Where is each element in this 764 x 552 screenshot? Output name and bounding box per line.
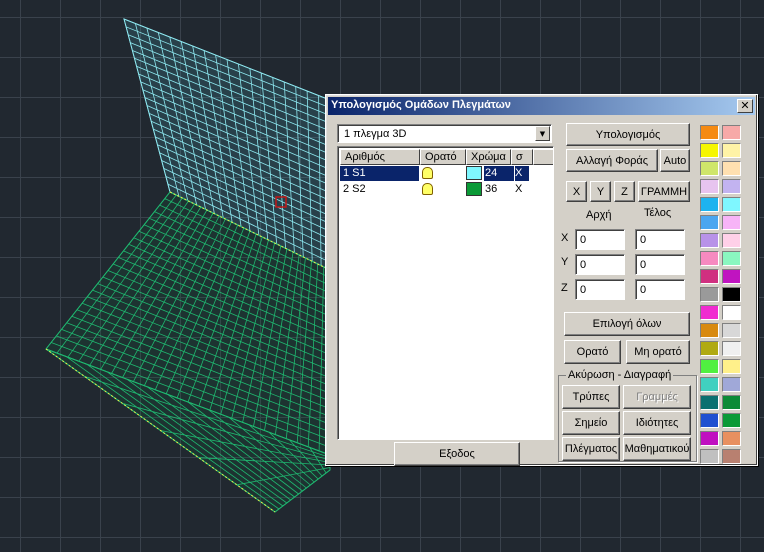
- mesh-select-value: 1 πλεγμα 3D: [344, 128, 407, 140]
- palette-color-swatch[interactable]: [700, 179, 719, 194]
- visibility-toggle[interactable]: [420, 166, 436, 181]
- palette-color-swatch[interactable]: [722, 323, 741, 338]
- palette-color-swatch[interactable]: [722, 359, 741, 374]
- groups-list-header: Αριθμός Ορατό Χρώμα σ: [340, 149, 553, 165]
- sigma-value: X: [515, 166, 529, 181]
- color-index: 24: [484, 166, 514, 181]
- palette-color-swatch[interactable]: [700, 287, 719, 302]
- color-swatch[interactable]: [466, 182, 482, 196]
- palette-color-swatch[interactable]: [722, 377, 741, 392]
- palette-color-swatch[interactable]: [722, 179, 741, 194]
- x-end-field[interactable]: 0: [635, 229, 685, 250]
- palette-color-swatch[interactable]: [722, 197, 741, 212]
- z-coord-label: Z: [561, 282, 568, 294]
- palette-color-swatch[interactable]: [722, 431, 741, 446]
- palette-color-swatch[interactable]: [700, 377, 719, 392]
- palette-color-swatch[interactable]: [722, 125, 741, 140]
- compute-button[interactable]: Υπολογισμός: [566, 123, 690, 146]
- palette-color-swatch[interactable]: [700, 161, 719, 176]
- group-label: Ακύρωση - Διαγραφή: [566, 369, 674, 381]
- x-coord-label: X: [561, 232, 569, 244]
- palette-color-swatch[interactable]: [722, 269, 741, 284]
- palette-color-swatch[interactable]: [700, 305, 719, 320]
- groups-list[interactable]: Αριθμός Ορατό Χρώμα σ 1 S1 24 X 2 S2 36 …: [337, 146, 554, 440]
- palette-color-swatch[interactable]: [722, 143, 741, 158]
- visible-button[interactable]: Ορατό: [564, 340, 621, 364]
- lightbulb-icon: [422, 183, 433, 195]
- not-visible-button[interactable]: Μη ορατό: [626, 340, 690, 364]
- palette-color-swatch[interactable]: [700, 197, 719, 212]
- column-color[interactable]: Χρώμα: [466, 149, 511, 165]
- color-swatch[interactable]: [466, 166, 482, 180]
- palette-color-swatch[interactable]: [722, 287, 741, 302]
- z-end-field[interactable]: 0: [635, 279, 685, 300]
- palette-color-swatch[interactable]: [700, 269, 719, 284]
- chevron-down-icon[interactable]: ▼: [535, 126, 550, 141]
- palette-color-swatch[interactable]: [722, 233, 741, 248]
- column-extra: [533, 149, 553, 165]
- y-coord-label: Y: [561, 256, 569, 268]
- column-sigma[interactable]: σ: [511, 149, 533, 165]
- palette-color-swatch[interactable]: [700, 143, 719, 158]
- table-row[interactable]: 1 S1 24 X: [340, 165, 533, 181]
- auto-button[interactable]: Auto: [660, 149, 690, 172]
- palette-color-swatch[interactable]: [722, 305, 741, 320]
- palette-color-swatch[interactable]: [722, 449, 741, 464]
- mesh-groups-dialog: Υπολογισμός Ομάδων Πλεγμάτων ✕ 1 πλεγμα …: [325, 94, 758, 466]
- column-number[interactable]: Αριθμός: [340, 149, 420, 165]
- palette-color-swatch[interactable]: [700, 233, 719, 248]
- properties-button[interactable]: Ιδιότητες: [623, 411, 691, 435]
- lightbulb-icon: [422, 167, 433, 179]
- close-icon[interactable]: ✕: [737, 99, 753, 113]
- exit-button[interactable]: Εξοδος: [394, 442, 520, 466]
- holes-button[interactable]: Τρύπες: [562, 385, 620, 409]
- point-button[interactable]: Σημείο: [562, 411, 620, 435]
- color-palette: [700, 125, 746, 464]
- palette-color-swatch[interactable]: [700, 251, 719, 266]
- y-axis-button[interactable]: Y: [590, 181, 611, 202]
- column-visible[interactable]: Ορατό: [420, 149, 466, 165]
- row-number: 1 S1: [340, 166, 419, 181]
- palette-color-swatch[interactable]: [722, 251, 741, 266]
- sigma-value: X: [515, 183, 523, 195]
- y-start-field[interactable]: 0: [575, 254, 625, 275]
- lines-button[interactable]: Γραμμές: [623, 385, 691, 409]
- palette-color-swatch[interactable]: [722, 215, 741, 230]
- palette-color-swatch[interactable]: [700, 431, 719, 446]
- palette-color-swatch[interactable]: [700, 449, 719, 464]
- color-index: 36: [485, 183, 498, 195]
- visibility-toggle[interactable]: [420, 182, 436, 197]
- palette-color-swatch[interactable]: [700, 125, 719, 140]
- start-label: Αρχή: [586, 209, 612, 221]
- dialog-titlebar[interactable]: Υπολογισμός Ομάδων Πλεγμάτων ✕: [328, 97, 755, 115]
- mesh-button[interactable]: Πλέγματος: [562, 437, 620, 461]
- palette-color-swatch[interactable]: [700, 215, 719, 230]
- z-start-field[interactable]: 0: [575, 279, 625, 300]
- end-label: Τέλος: [644, 207, 672, 219]
- palette-color-swatch[interactable]: [722, 341, 741, 356]
- z-axis-button[interactable]: Z: [614, 181, 635, 202]
- row-number: 2 S2: [343, 183, 366, 195]
- x-start-field[interactable]: 0: [575, 229, 625, 250]
- x-axis-button[interactable]: X: [566, 181, 587, 202]
- mesh-select-dropdown[interactable]: 1 πλεγμα 3D ▼: [337, 124, 552, 143]
- select-all-button[interactable]: Επιλογή όλων: [564, 312, 690, 336]
- palette-color-swatch[interactable]: [700, 323, 719, 338]
- palette-color-swatch[interactable]: [722, 161, 741, 176]
- palette-color-swatch[interactable]: [700, 395, 719, 410]
- dialog-title: Υπολογισμός Ομάδων Πλεγμάτων: [331, 99, 511, 111]
- palette-color-swatch[interactable]: [722, 413, 741, 428]
- palette-color-swatch[interactable]: [700, 359, 719, 374]
- change-direction-button[interactable]: Αλλαγή Φοράς: [566, 149, 658, 172]
- palette-color-swatch[interactable]: [700, 341, 719, 356]
- table-row[interactable]: 2 S2 36 X: [340, 181, 533, 197]
- math-button[interactable]: Μαθηματικού: [623, 437, 691, 461]
- y-end-field[interactable]: 0: [635, 254, 685, 275]
- palette-color-swatch[interactable]: [722, 395, 741, 410]
- palette-color-swatch[interactable]: [700, 413, 719, 428]
- line-button[interactable]: ΓΡΑΜΜΗ: [638, 181, 690, 202]
